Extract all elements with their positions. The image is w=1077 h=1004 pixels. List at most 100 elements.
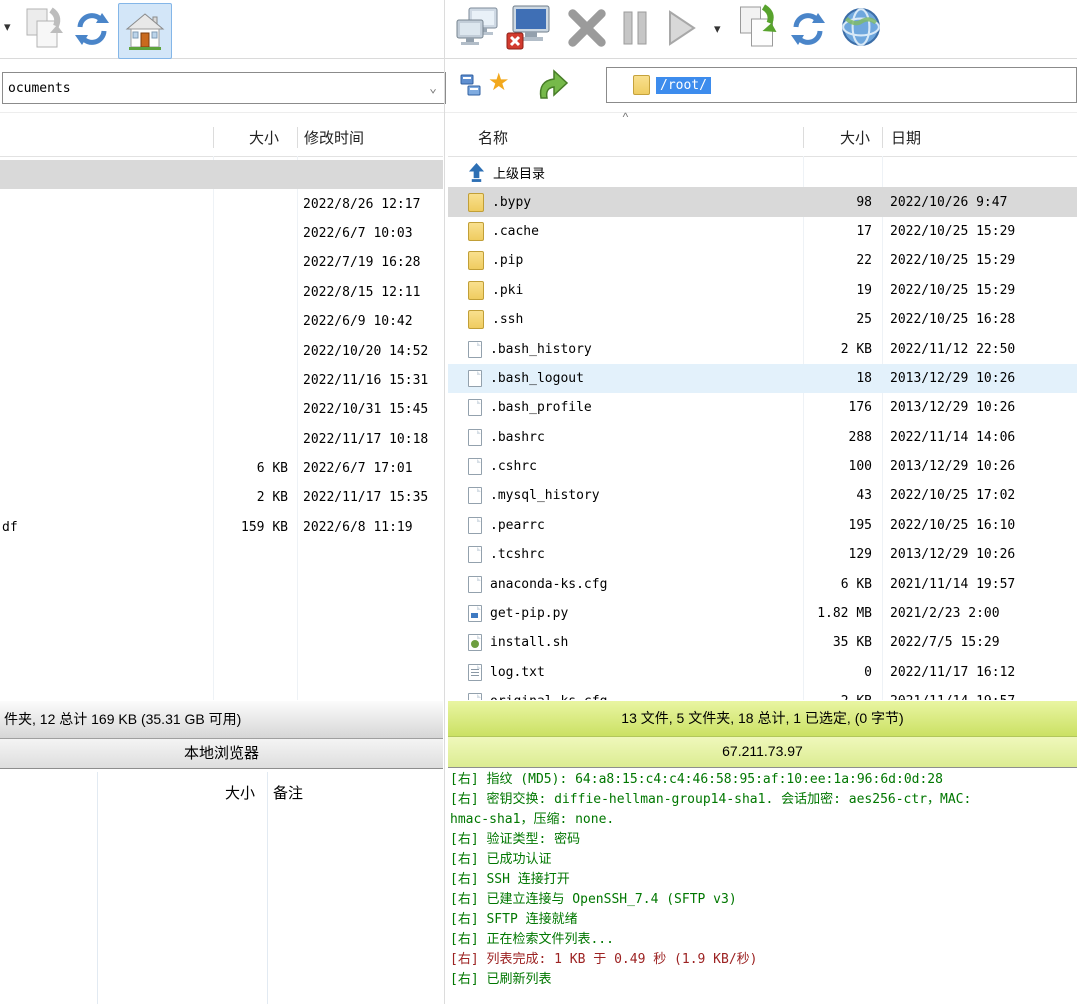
file-modified: 2022/11/16 15:31 <box>297 373 443 388</box>
folder-tree-button[interactable] <box>460 74 482 98</box>
column-header-modified[interactable]: 修改时间 <box>297 127 443 148</box>
python-file-icon <box>468 605 482 622</box>
table-row[interactable]: .bashrc 288 2022/11/14 14:06 <box>448 423 1077 452</box>
table-row[interactable]: 2022/11/17 10:18 <box>0 425 443 454</box>
table-row[interactable]: .bash_logout 18 2013/12/29 10:26 <box>448 364 1077 393</box>
up-directory-icon <box>468 163 485 182</box>
file-date: 2013/12/29 10:26 <box>882 459 1077 474</box>
file-modified: 2022/11/17 10:18 <box>297 432 443 447</box>
parent-directory-row[interactable]: 上级目录 <box>448 158 1077 187</box>
file-date: 2022/7/5 15:29 <box>882 635 1077 650</box>
file-name: .pki <box>492 283 523 298</box>
column-header-name[interactable]: 名称 ^ <box>448 127 803 148</box>
table-row[interactable]: .pki 19 2022/10/25 15:29 <box>448 276 1077 305</box>
table-row[interactable]: get-pip.py 1.82 MB 2021/2/23 2:00 <box>448 599 1077 628</box>
log-line: [右] 正在检索文件列表... <box>450 930 1077 950</box>
table-row[interactable]: 2022/10/20 14:52 <box>0 336 443 365</box>
resume-dropdown-icon[interactable]: ▾ <box>714 22 721 35</box>
globe-icon <box>840 6 882 48</box>
table-row[interactable] <box>0 160 443 189</box>
file-name: .cshrc <box>490 459 537 474</box>
file-date: 2021/2/23 2:00 <box>882 606 1077 621</box>
session-log-panel[interactable]: [右] 指纹 (MD5): 64:a8:15:c4:c4:46:58:95:af… <box>450 770 1077 986</box>
table-row[interactable]: 2022/10/31 15:45 <box>0 395 443 424</box>
file-date: 2022/10/25 15:29 <box>882 253 1077 268</box>
connect-button[interactable] <box>455 4 501 52</box>
local-file-list[interactable]: 2022/8/26 12:17 2022/6/7 10:03 2022/7/19… <box>0 160 443 700</box>
web-button[interactable] <box>840 6 882 48</box>
column-header-date[interactable]: 日期 <box>882 127 1077 148</box>
table-row[interactable]: .ssh 25 2022/10/25 16:28 <box>448 305 1077 334</box>
table-row[interactable]: .pip 22 2022/10/25 15:29 <box>448 246 1077 275</box>
table-row[interactable]: df 159 KB 2022/6/8 11:19 <box>0 513 443 542</box>
file-name: .pip <box>492 253 523 268</box>
pane-divider[interactable] <box>444 0 445 1004</box>
refresh-button[interactable] <box>790 9 826 49</box>
column-header-size[interactable]: 大小 <box>213 127 297 148</box>
table-row[interactable]: 2022/6/7 10:03 <box>0 219 443 248</box>
column-header-note[interactable]: 备注 <box>267 782 443 803</box>
resume-button[interactable] <box>662 8 700 48</box>
favorites-star-icon[interactable]: ★ <box>488 68 510 97</box>
table-row[interactable]: 2022/8/26 12:17 <box>0 189 443 218</box>
table-row[interactable]: .bash_history 2 KB 2022/11/12 22:50 <box>448 334 1077 363</box>
remote-pane: ▾ ★ <box>448 0 1077 1004</box>
remote-file-list[interactable]: 上级目录 .bypy 98 2022/10/26 9:47 .cache 17 … <box>448 158 1077 700</box>
local-address-bar[interactable]: ocuments ⌄ <box>2 72 446 104</box>
chevron-down-icon[interactable]: ⌄ <box>429 81 437 96</box>
file-date: 2022/10/25 15:29 <box>882 224 1077 239</box>
file-date: 2022/11/14 14:06 <box>882 430 1077 445</box>
home-icon <box>125 11 165 51</box>
table-row[interactable]: 2022/7/19 16:28 <box>0 248 443 277</box>
table-row[interactable]: .bypy 98 2022/10/26 9:47 <box>448 187 1077 216</box>
pause-button[interactable] <box>620 8 650 48</box>
column-header-size[interactable]: 大小 <box>803 127 882 148</box>
file-icon <box>468 546 482 563</box>
column-line <box>97 772 98 1004</box>
table-row[interactable]: 2 KB 2022/11/17 15:35 <box>0 483 443 512</box>
column-label: 名称 <box>478 130 508 147</box>
computers-icon <box>455 4 501 52</box>
table-row[interactable]: 6 KB 2022/6/7 17:01 <box>0 454 443 483</box>
file-name: .bash_history <box>490 342 592 357</box>
file-modified: 2022/11/17 15:35 <box>297 490 443 505</box>
table-row[interactable]: .mysql_history 43 2022/10/25 17:02 <box>448 481 1077 510</box>
table-row[interactable]: log.txt 0 2022/11/17 16:12 <box>448 658 1077 687</box>
up-arrow-icon <box>532 64 570 102</box>
folder-icon <box>468 251 484 270</box>
file-name: .bashrc <box>490 430 545 445</box>
table-row[interactable]: .pearrc 195 2022/10/25 16:10 <box>448 511 1077 540</box>
table-row[interactable]: install.sh 35 KB 2022/7/5 15:29 <box>448 628 1077 657</box>
play-icon <box>662 8 700 48</box>
file-modified: 2022/10/20 14:52 <box>297 344 443 359</box>
home-button[interactable] <box>118 3 172 59</box>
transfer-icon[interactable] <box>24 6 64 52</box>
close-icon <box>565 6 609 50</box>
disconnect-button[interactable] <box>505 3 553 51</box>
table-row[interactable]: 2022/11/16 15:31 <box>0 366 443 395</box>
table-row[interactable]: 2022/8/15 12:11 <box>0 278 443 307</box>
table-row[interactable]: .bash_profile 176 2013/12/29 10:26 <box>448 393 1077 422</box>
table-row[interactable]: .tcshrc 129 2013/12/29 10:26 <box>448 540 1077 569</box>
table-row[interactable]: anaconda-ks.cfg 6 KB 2021/11/14 19:57 <box>448 569 1077 598</box>
file-size: 100 <box>803 459 882 474</box>
go-up-button[interactable] <box>532 64 570 102</box>
column-header-size[interactable]: 大小 <box>97 782 267 803</box>
refresh-icon <box>74 9 110 49</box>
pause-icon <box>620 8 650 48</box>
cancel-button[interactable] <box>565 6 609 50</box>
tab-local-browser[interactable]: 本地浏览器 <box>0 739 443 769</box>
remote-address-bar[interactable]: /root/ <box>606 67 1077 103</box>
refresh-button[interactable] <box>74 9 110 49</box>
file-modified: 2022/6/8 11:19 <box>297 520 443 535</box>
toolbar-dropdown-icon[interactable]: ▾ <box>4 20 11 33</box>
table-row[interactable]: 2022/6/9 10:42 <box>0 307 443 336</box>
table-row[interactable]: .cache 17 2022/10/25 15:29 <box>448 217 1077 246</box>
remote-list-header: 名称 ^ 大小 日期 <box>448 118 1077 157</box>
table-row[interactable]: .cshrc 100 2013/12/29 10:26 <box>448 452 1077 481</box>
table-row[interactable]: original-ks.cfg 2 KB 2021/11/14 19:57 <box>448 687 1077 700</box>
transfer-button[interactable] <box>737 4 780 50</box>
file-icon <box>468 429 482 446</box>
file-size: 98 <box>803 195 882 210</box>
remote-status-counts: 13 文件, 5 文件夹, 18 总计, 1 已选定, (0 字节) <box>448 700 1077 737</box>
